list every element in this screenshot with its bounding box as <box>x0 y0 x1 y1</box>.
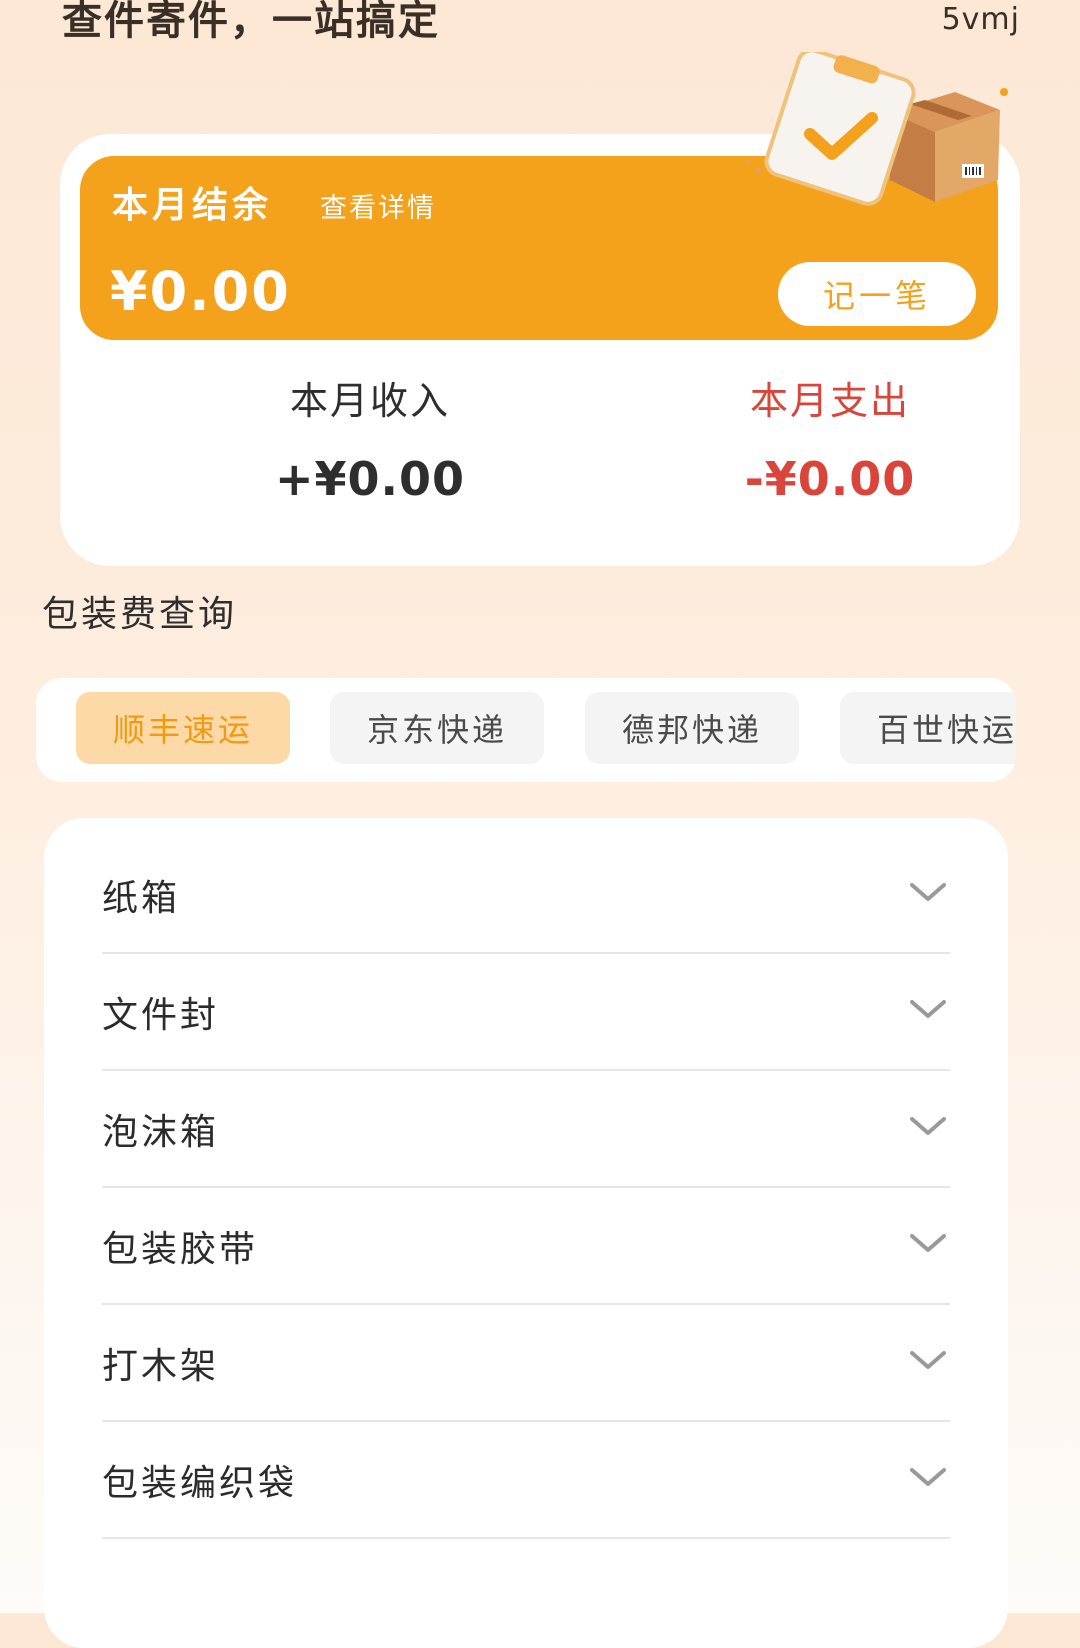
packaging-items-list: 纸箱 文件封 泡沫箱 包装胶带 打木架 包装编织袋 <box>44 818 1008 1648</box>
tab-best-express[interactable]: 百世快运 <box>840 692 1016 764</box>
chevron-down-icon <box>910 883 946 901</box>
list-item-label: 包装编织袋 <box>102 1463 298 1504</box>
expense-value: -¥0.00 <box>744 452 916 506</box>
list-item-label: 纸箱 <box>102 878 181 919</box>
tab-deppon-express[interactable]: 德邦快递 <box>585 692 799 764</box>
chevron-down-icon <box>910 1234 946 1252</box>
list-item-foam-box[interactable]: 泡沫箱 <box>102 1069 950 1188</box>
add-record-button[interactable]: 记一笔 <box>778 262 976 326</box>
list-item-carton[interactable]: 纸箱 <box>102 835 950 954</box>
list-item-label: 包装胶带 <box>102 1229 259 1270</box>
balance-amount: ¥0.00 <box>110 260 291 323</box>
chevron-down-icon <box>910 1351 946 1369</box>
list-item-wooden-crate[interactable]: 打木架 <box>102 1303 950 1422</box>
tab-sf-express[interactable]: 顺丰速运 <box>76 692 290 764</box>
clipboard-check-icon <box>764 52 916 206</box>
courier-tabs: 顺丰速运 京东快递 德邦快递 百世快运 <box>36 678 1016 782</box>
header-tag: 5vmj <box>941 2 1020 37</box>
chevron-down-icon <box>910 1468 946 1486</box>
list-item-label: 泡沫箱 <box>102 1112 220 1153</box>
packaging-fee-title: 包装费查询 <box>42 594 238 635</box>
clipboard-package-illustration <box>746 52 1008 206</box>
expense-label: 本月支出 <box>749 379 910 423</box>
list-item-label: 文件封 <box>102 995 220 1036</box>
chevron-down-icon <box>910 1000 946 1018</box>
view-details-link[interactable]: 查看详情 <box>320 186 436 225</box>
chevron-down-icon <box>910 1117 946 1135</box>
income-label: 本月收入 <box>289 379 450 423</box>
income-value: +¥0.00 <box>274 452 466 506</box>
tab-jd-express[interactable]: 京东快递 <box>330 692 544 764</box>
list-item-document-envelope[interactable]: 文件封 <box>102 952 950 1071</box>
balance-label: 本月结余 <box>112 185 273 226</box>
header-title: 查件寄件，一站搞定 <box>62 0 440 44</box>
list-item-label: 打木架 <box>102 1346 220 1387</box>
list-item-packing-tape[interactable]: 包装胶带 <box>102 1186 950 1305</box>
list-item-woven-bag[interactable]: 包装编织袋 <box>102 1420 950 1539</box>
